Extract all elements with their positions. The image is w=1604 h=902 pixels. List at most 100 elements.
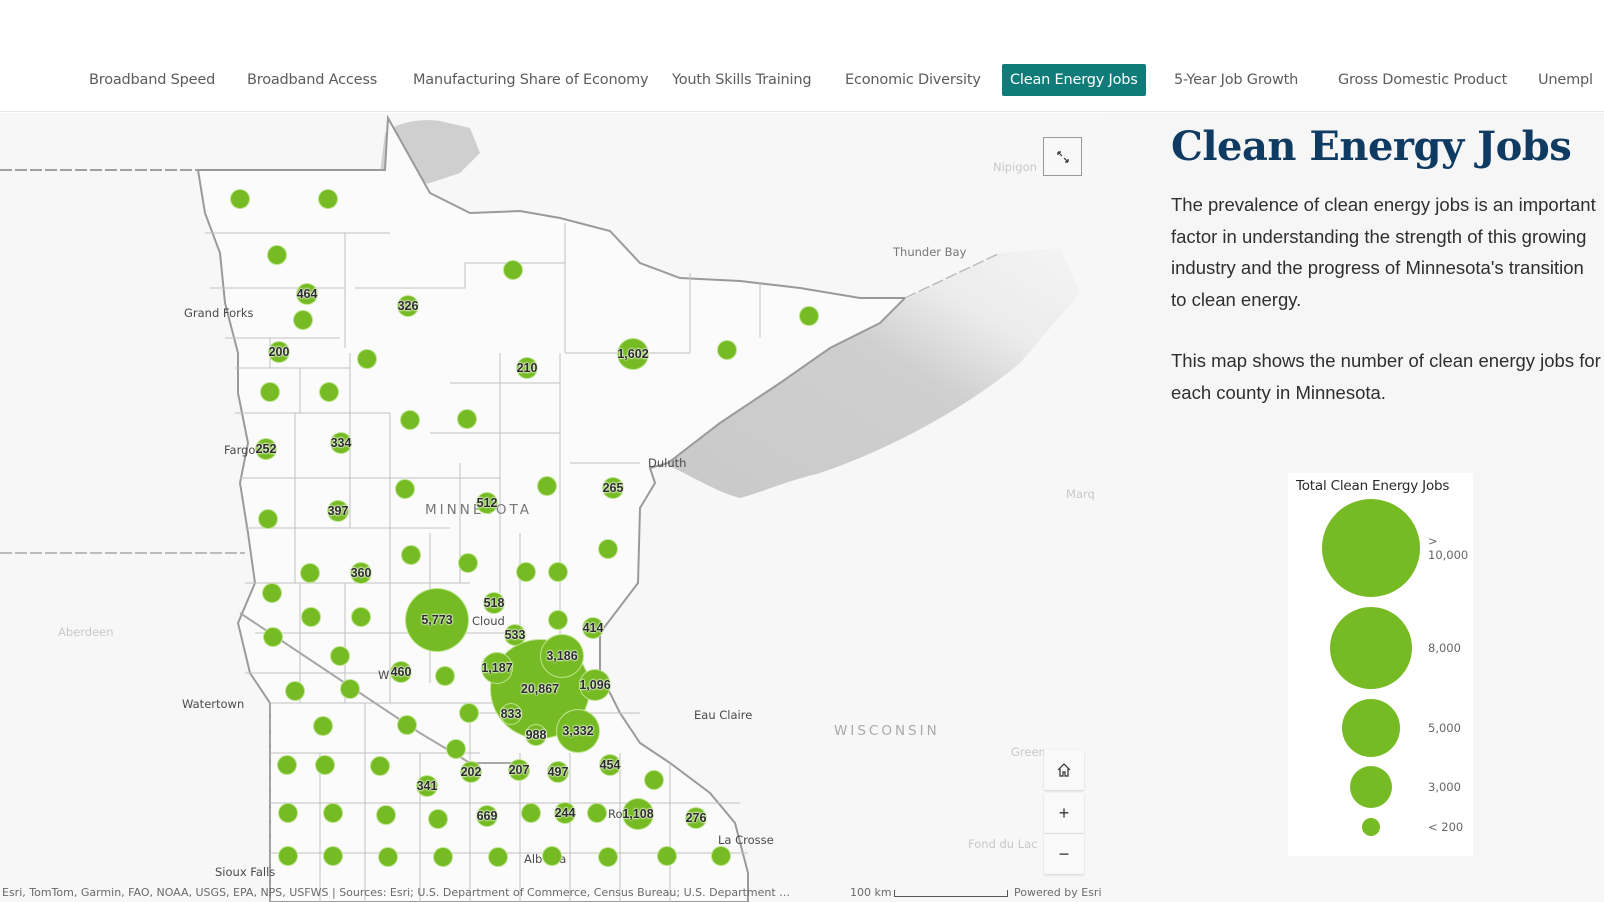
county-bubble[interactable]	[268, 341, 290, 363]
county-bubble[interactable]	[537, 476, 557, 496]
county-bubble[interactable]	[405, 588, 469, 652]
county-bubble[interactable]	[262, 583, 282, 603]
county-bubble[interactable]	[416, 775, 438, 797]
county-bubble[interactable]	[378, 847, 398, 867]
county-bubble[interactable]	[548, 562, 568, 582]
county-bubble[interactable]	[459, 703, 479, 723]
county-bubble[interactable]	[500, 703, 522, 725]
county-bubble[interactable]	[516, 562, 536, 582]
county-bubble[interactable]	[319, 382, 339, 402]
county-bubble[interactable]	[446, 739, 466, 759]
zoom-in-button[interactable]: +	[1044, 793, 1084, 833]
county-bubble[interactable]	[481, 652, 513, 684]
county-bubble[interactable]	[285, 681, 305, 701]
tab-5-year-job-growth[interactable]: 5-Year Job Growth	[1166, 64, 1306, 96]
county-bubble[interactable]	[644, 770, 664, 790]
county-bubble[interactable]	[476, 492, 498, 514]
tab-broadband-access[interactable]: Broadband Access	[239, 64, 385, 96]
county-bubble[interactable]	[390, 661, 412, 683]
tab-clean-energy-jobs[interactable]: Clean Energy Jobs	[1002, 64, 1146, 96]
county-bubble[interactable]	[554, 802, 576, 824]
county-bubble[interactable]	[397, 715, 417, 735]
tab-broadband-speed[interactable]: Broadband Speed	[81, 64, 223, 96]
county-bubble[interactable]	[323, 846, 343, 866]
county-bubble[interactable]	[598, 847, 618, 867]
county-bubble[interactable]	[330, 432, 352, 454]
county-bubble[interactable]	[548, 610, 568, 630]
county-bubble[interactable]	[428, 809, 448, 829]
county-bubble[interactable]	[260, 382, 280, 402]
county-bubble[interactable]	[277, 755, 297, 775]
powered-by-esri[interactable]: Powered by Esri	[1014, 884, 1102, 902]
county-bubble[interactable]	[458, 553, 478, 573]
county-bubble[interactable]	[717, 340, 737, 360]
county-bubble[interactable]	[521, 803, 541, 823]
county-bubble[interactable]	[357, 349, 377, 369]
tab-unemployment[interactable]: Unempl	[1530, 64, 1601, 96]
attribution-text[interactable]: Esri, TomTom, Garmin, FAO, NOAA, USGS, E…	[2, 884, 792, 902]
county-bubble[interactable]	[525, 724, 547, 746]
county-bubble[interactable]	[657, 846, 677, 866]
county-bubble[interactable]	[278, 803, 298, 823]
county-bubble[interactable]	[547, 761, 569, 783]
county-bubble[interactable]	[556, 709, 600, 753]
county-bubble[interactable]	[340, 679, 360, 699]
county-bubble[interactable]	[350, 562, 372, 584]
county-bubble[interactable]	[504, 624, 526, 646]
county-bubble[interactable]	[599, 754, 621, 776]
county-bubble[interactable]	[351, 607, 371, 627]
map-view[interactable]: Grand Forks Fargo MINNESOTA Duluth Thund…	[0, 113, 1105, 902]
county-bubble[interactable]	[293, 310, 313, 330]
county-bubble[interactable]	[460, 761, 482, 783]
tab-manufacturing-share[interactable]: Manufacturing Share of Economy	[405, 64, 656, 96]
home-button[interactable]	[1044, 750, 1084, 790]
county-bubble[interactable]	[397, 295, 419, 317]
county-bubble[interactable]	[457, 409, 477, 429]
county-bubble[interactable]	[508, 759, 530, 781]
county-bubble[interactable]	[323, 803, 343, 823]
county-bubble[interactable]	[516, 357, 538, 379]
tab-youth-skills-training[interactable]: Youth Skills Training	[664, 64, 819, 96]
county-bubble[interactable]	[582, 617, 604, 639]
county-bubble[interactable]	[483, 592, 505, 614]
county-bubble[interactable]	[622, 798, 654, 830]
county-bubble[interactable]	[318, 189, 338, 209]
county-bubble[interactable]	[301, 607, 321, 627]
county-bubble[interactable]	[503, 260, 523, 280]
county-bubble[interactable]	[313, 716, 333, 736]
county-bubble[interactable]	[278, 846, 298, 866]
county-bubble[interactable]	[476, 805, 498, 827]
county-bubble[interactable]	[433, 847, 453, 867]
tab-gross-domestic-product[interactable]: Gross Domestic Product	[1330, 64, 1515, 96]
county-bubble[interactable]	[258, 509, 278, 529]
county-bubble[interactable]	[579, 669, 611, 701]
county-bubble[interactable]	[255, 438, 277, 460]
county-bubble[interactable]	[799, 306, 819, 326]
county-bubble[interactable]	[602, 477, 624, 499]
county-bubble[interactable]	[400, 410, 420, 430]
county-bubble[interactable]	[711, 846, 731, 866]
county-bubble[interactable]	[263, 627, 283, 647]
county-bubble[interactable]	[300, 563, 320, 583]
county-bubble[interactable]	[376, 805, 396, 825]
county-bubble[interactable]	[401, 545, 421, 565]
county-bubble[interactable]	[488, 847, 508, 867]
county-bubble[interactable]	[587, 803, 607, 823]
fullscreen-button[interactable]	[1043, 137, 1082, 176]
county-bubble[interactable]	[230, 189, 250, 209]
zoom-out-button[interactable]: −	[1044, 834, 1084, 874]
county-bubble[interactable]	[267, 245, 287, 265]
county-bubble[interactable]	[395, 479, 415, 499]
county-bubble[interactable]	[617, 338, 649, 370]
county-bubble[interactable]	[598, 539, 618, 559]
tab-economic-diversity[interactable]: Economic Diversity	[837, 64, 989, 96]
county-bubble[interactable]	[685, 807, 707, 829]
county-bubble[interactable]	[542, 846, 562, 866]
county-bubble[interactable]	[330, 646, 350, 666]
county-bubble[interactable]	[315, 755, 335, 775]
county-bubble[interactable]	[327, 500, 349, 522]
county-bubble[interactable]	[435, 666, 455, 686]
county-bubble[interactable]	[540, 634, 584, 678]
county-bubble[interactable]	[296, 283, 318, 305]
county-bubble[interactable]	[370, 756, 390, 776]
